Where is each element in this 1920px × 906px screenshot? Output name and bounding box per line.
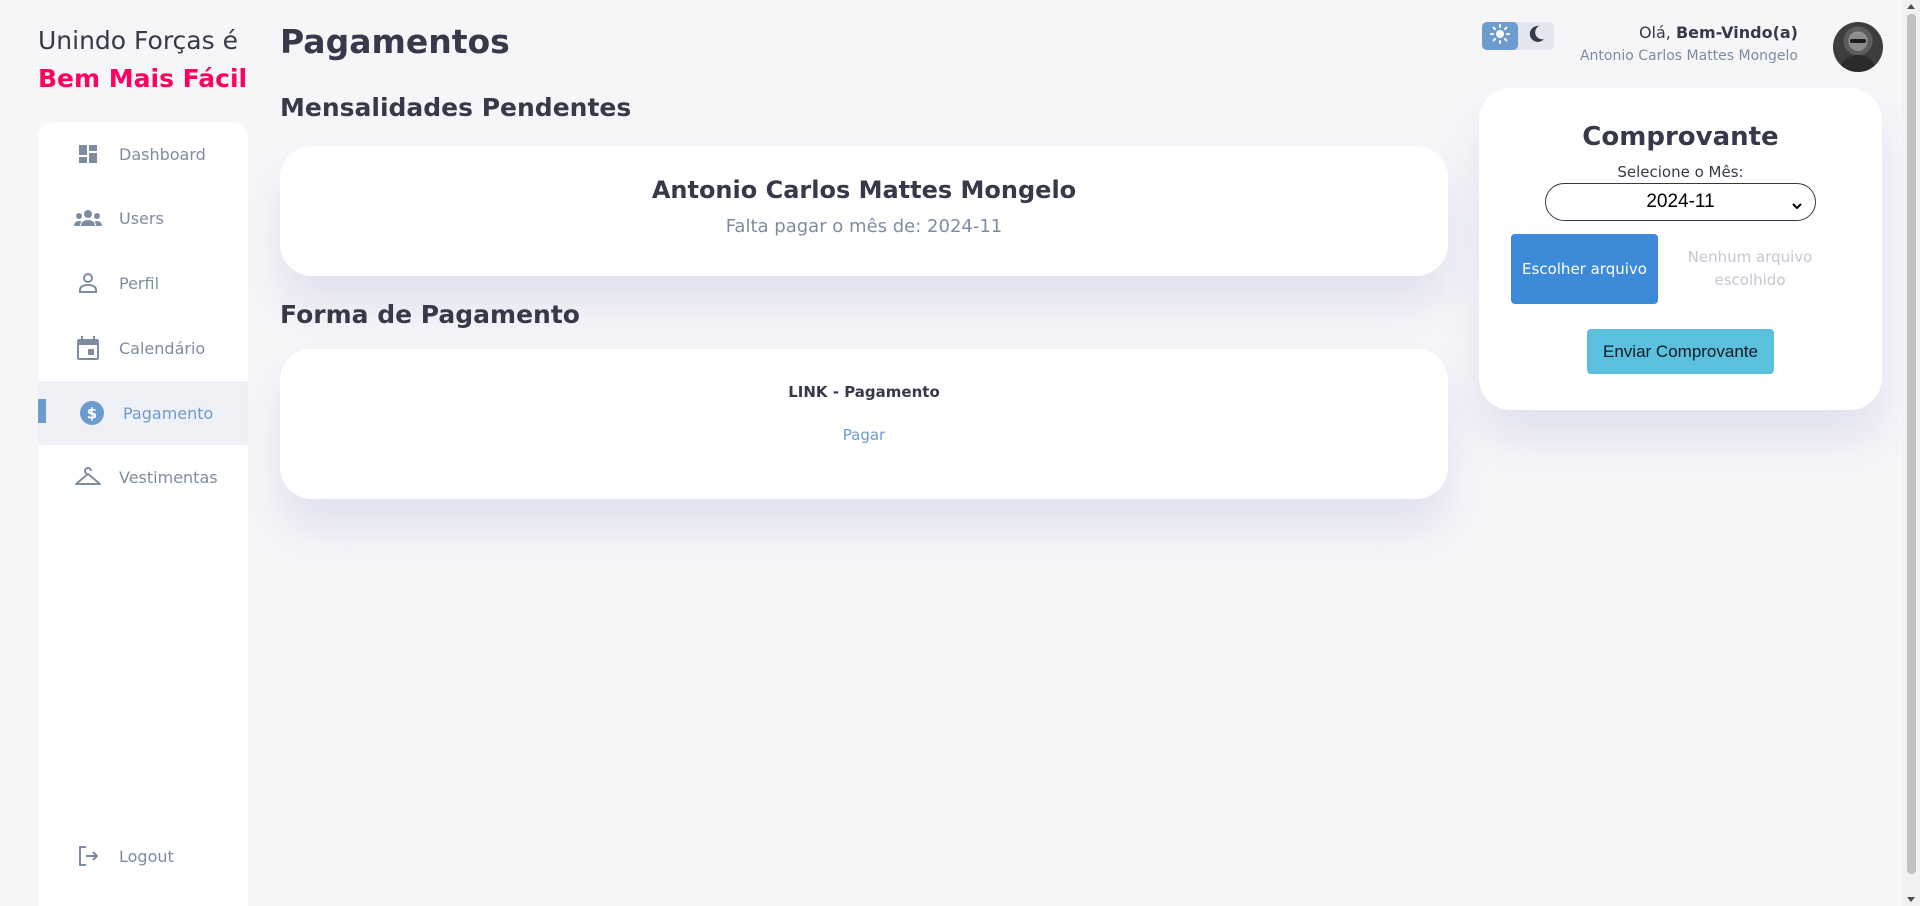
comprovante-title: Comprovante <box>1582 122 1779 152</box>
avatar[interactable] <box>1833 22 1883 72</box>
scrollbar[interactable] <box>1903 0 1920 906</box>
pending-card: Antonio Carlos Mattes Mongelo Falta paga… <box>280 146 1448 276</box>
user-greeting: Olá, Bem-Vindo(a) Antonio Carlos Mattes … <box>1580 23 1798 64</box>
sidebar-item-label: Perfil <box>119 273 160 293</box>
dark-mode-button[interactable] <box>1518 22 1554 50</box>
choose-file-button[interactable]: Escolher arquivo <box>1511 234 1658 304</box>
brand-line-1: Unindo Forças é <box>38 26 238 55</box>
light-mode-button[interactable] <box>1482 22 1518 50</box>
payment-method-card: LINK - Pagamento Pagar <box>280 349 1448 499</box>
sidebar-item-logout[interactable]: Logout <box>38 824 248 888</box>
dashboard-icon <box>74 140 102 168</box>
sidebar-item-perfil[interactable]: Perfil <box>38 251 248 315</box>
greeting-welcome: Bem-Vindo(a) <box>1675 23 1798 42</box>
brand-logo: Unindo Forças é Bem Mais Fácil <box>38 22 247 98</box>
logout-icon <box>74 842 102 870</box>
sidebar-item-label: Logout <box>119 846 174 866</box>
sidebar-item-pagamento[interactable]: $ Pagamento <box>38 381 248 445</box>
sun-icon <box>1490 24 1510 48</box>
header-user-name: Antonio Carlos Mattes Mongelo <box>1579 48 1798 64</box>
pending-message: Falta pagar o mês de: 2024-11 <box>725 216 1003 237</box>
active-indicator <box>38 399 46 423</box>
comprovante-card: Comprovante Selecione o Mês: 2024-11 Esc… <box>1479 88 1882 410</box>
sidebar-item-calendario[interactable]: Calendário <box>38 316 248 380</box>
brand-line-2: Bem Mais Fácil <box>38 64 248 93</box>
calendar-icon <box>74 334 102 362</box>
moon-icon <box>1527 25 1545 47</box>
scroll-up-icon[interactable] <box>1907 4 1915 9</box>
scroll-down-icon[interactable] <box>1907 897 1915 902</box>
sidebar-item-label: Dashboard <box>119 144 206 164</box>
sidebar-item-label: Vestimentas <box>119 467 218 487</box>
chevron-down-icon <box>1791 196 1803 218</box>
person-icon <box>74 269 102 297</box>
svg-text:$: $ <box>87 405 97 423</box>
submit-receipt-button[interactable]: Enviar Comprovante <box>1587 329 1774 374</box>
sidebar-item-dashboard[interactable]: Dashboard <box>38 122 248 186</box>
theme-toggle[interactable] <box>1482 22 1554 50</box>
file-status: Nenhum arquivo escolhido <box>1687 248 1813 289</box>
month-select-value: 2024-11 <box>1646 191 1715 212</box>
month-select-label: Selecione o Mês: <box>1617 163 1744 181</box>
pending-heading: Mensalidades Pendentes <box>280 93 632 122</box>
sidebar-item-label: Pagamento <box>123 403 214 423</box>
payment-link-title: LINK - Pagamento <box>788 383 940 401</box>
pending-member-name: Antonio Carlos Mattes Mongelo <box>651 176 1077 204</box>
sidebar-item-vestimentas[interactable]: Vestimentas <box>38 445 248 509</box>
payment-method-heading: Forma de Pagamento <box>280 300 580 329</box>
sidebar-item-label: Users <box>119 208 164 228</box>
sidebar: Dashboard Users Perfil Calendário $ Paga… <box>38 122 248 906</box>
sidebar-item-users[interactable]: Users <box>38 186 248 250</box>
sidebar-item-label: Calendário <box>119 338 206 358</box>
greeting-prefix: Olá, <box>1638 23 1676 42</box>
scroll-thumb[interactable] <box>1907 14 1916 874</box>
dollar-icon: $ <box>78 399 106 427</box>
pay-link[interactable]: Pagar <box>280 426 1448 444</box>
month-select[interactable]: 2024-11 <box>1545 183 1816 221</box>
users-icon <box>74 204 102 232</box>
hanger-icon <box>74 463 102 491</box>
page-title: Pagamentos <box>280 22 510 61</box>
